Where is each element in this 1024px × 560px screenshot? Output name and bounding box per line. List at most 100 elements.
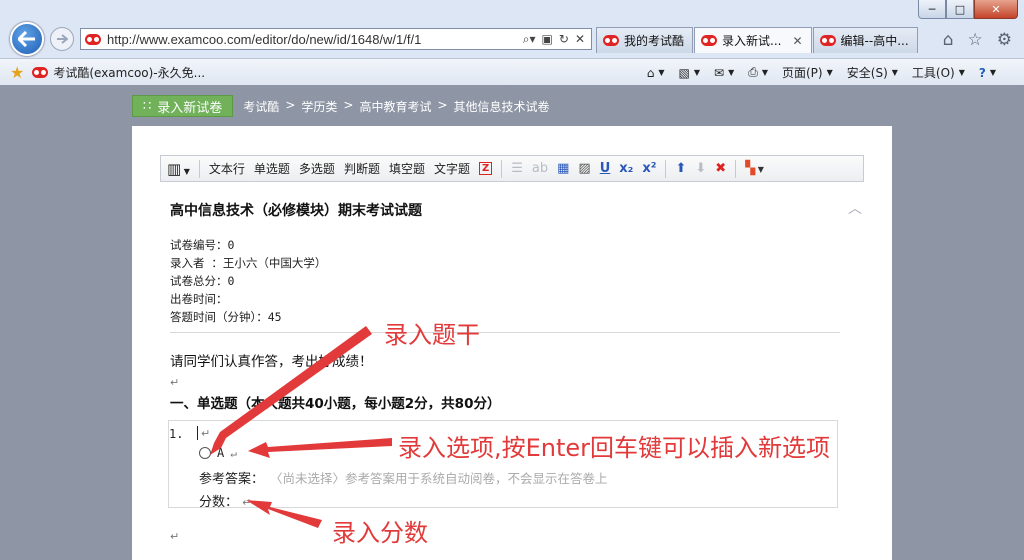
insert-multi-choice-button[interactable]: 多选题: [299, 160, 335, 177]
favorites-star-icon[interactable]: ☆: [968, 30, 983, 50]
insert-text-line-button[interactable]: 文本行: [209, 160, 245, 177]
arrow-left-icon: [18, 31, 35, 47]
address-bar[interactable]: http://www.examcoo.com/editor/do/new/id/…: [80, 28, 592, 50]
new-exam-button[interactable]: ∷ 录入新试卷: [132, 95, 234, 117]
printer-icon: ⎙: [748, 65, 758, 79]
favorite-link[interactable]: 考试酷(examcoo)-永久免...: [32, 64, 205, 81]
move-up-icon[interactable]: ⬆: [675, 161, 686, 176]
back-button[interactable]: [10, 22, 44, 56]
tab-my-examcoo[interactable]: 我的考试酷: [596, 27, 694, 53]
compatibility-icon[interactable]: ▣: [542, 32, 553, 47]
annotation-options: 录入选项,按Enter回车键可以插入新选项: [398, 434, 831, 462]
underline-icon[interactable]: U: [600, 161, 611, 176]
option-input[interactable]: ↵: [230, 447, 237, 460]
question-number: 1.: [169, 427, 184, 441]
annotation-stem: 录入题干: [384, 321, 480, 349]
answer-row: 参考答案： 〈尚未选择〉参考答案用于系统自动阅卷，不会显示在答卷上: [199, 468, 608, 487]
exam-title[interactable]: 高中信息技术（必修模块）期末考试试题: [170, 200, 840, 220]
tab-label: 我的考试酷: [624, 34, 685, 48]
option-radio[interactable]: [199, 447, 211, 459]
address-url[interactable]: http://www.examcoo.com/editor/do/new/id/…: [107, 32, 523, 47]
score-label: 分数：: [199, 495, 239, 510]
editor-toolbar: ▥ ▼ 文本行 单选题 多选题 判断题 填空题 文字题 Z ☰ ab ▦ ▨ U…: [160, 155, 864, 182]
favorite-favicon-icon: [32, 66, 49, 78]
tab-strip: 我的考试酷 录入新试... ✕ 编辑--高中...: [596, 27, 919, 53]
tools-menu[interactable]: 工具(O) ▼: [912, 64, 965, 81]
option-label: A: [217, 446, 225, 460]
meta-line: 答题时间（分钟）：45: [170, 310, 282, 324]
home-icon[interactable]: ⌂: [943, 30, 954, 50]
tab-new-exam[interactable]: 录入新试... ✕: [694, 27, 812, 53]
tab-favicon-icon: [819, 35, 836, 46]
superscript-icon[interactable]: x²: [642, 161, 656, 176]
table-icon[interactable]: ▦: [557, 161, 569, 176]
breadcrumb-item[interactable]: 高中教育考试: [359, 98, 431, 115]
rss-icon: ▧: [678, 65, 690, 80]
home-menu[interactable]: ⌂ ▼: [647, 66, 665, 80]
breadcrumb-item[interactable]: 其他信息技术试卷: [454, 98, 550, 115]
z-icon[interactable]: Z: [478, 162, 493, 175]
tab-label: 编辑--高中...: [840, 34, 909, 48]
text-cursor: [197, 426, 198, 440]
insert-essay-button[interactable]: 文字题: [434, 160, 470, 177]
tab-edit[interactable]: 编辑--高中...: [812, 27, 918, 53]
section-heading[interactable]: 一、单选题（本大题共40小题，每小题2分，共80分）: [170, 392, 500, 412]
add-widget-icon[interactable]: ▚ ▼: [745, 161, 764, 176]
refresh-icon[interactable]: ↻: [559, 32, 569, 47]
scroll-up-icon[interactable]: ︿: [848, 198, 862, 218]
window-controls: ─ □ ✕: [918, 0, 1018, 20]
top-banner: ∷ 录入新试卷 考试酷 > 学历类 > 高中教育考试 > 其他信息技术试卷: [132, 95, 550, 117]
grid-icon: ∷: [143, 98, 152, 114]
tab-close-icon[interactable]: ✕: [792, 34, 802, 48]
meta-line: 录入者 ：王小六（中国大学）: [170, 256, 327, 270]
paragraph-mark: ↵: [170, 376, 180, 389]
insert-single-choice-button[interactable]: 单选题: [254, 160, 290, 177]
meta-line: 试卷总分：0: [170, 274, 235, 288]
move-down-icon[interactable]: ⬇: [695, 161, 706, 176]
insert-true-false-button[interactable]: 判断题: [344, 160, 380, 177]
minimize-button[interactable]: ─: [918, 0, 946, 19]
list-icon[interactable]: ☰: [511, 161, 523, 176]
breadcrumb-item[interactable]: 学历类: [301, 98, 337, 115]
exam-intro[interactable]: 请同学们认真作答，考出好成绩！: [170, 350, 373, 370]
columns-icon[interactable]: ▥ ▼: [167, 160, 190, 178]
search-icon[interactable]: ⌕▾: [523, 32, 536, 47]
delete-icon[interactable]: ✖: [715, 161, 726, 176]
question-stem-input[interactable]: ↵: [201, 427, 210, 440]
close-window-button[interactable]: ✕: [974, 0, 1018, 19]
tab-favicon-icon: [603, 35, 619, 46]
print-menu[interactable]: ⎙ ▼: [748, 65, 768, 80]
exam-meta: 试卷编号：0 录入者 ：王小六（中国大学） 试卷总分：0 出卷时间： 答题时间（…: [170, 236, 326, 326]
help-menu[interactable]: ? ▼: [979, 66, 996, 80]
maximize-button[interactable]: □: [946, 0, 974, 19]
browser-chrome: ─ □ ✕ http://www.examcoo.com/editor/do/n…: [0, 0, 1024, 85]
annotation-score: 录入分数: [332, 519, 428, 547]
page-menu[interactable]: 页面(P) ▼: [782, 64, 833, 81]
meta-line: 试卷编号：0: [170, 238, 235, 252]
help-icon: ?: [978, 65, 986, 80]
mail-menu[interactable]: ✉ ▼: [714, 66, 734, 80]
insert-fill-blank-button[interactable]: 填空题: [389, 160, 425, 177]
score-row: 分数： ↵: [199, 491, 251, 510]
gear-icon[interactable]: ⚙: [997, 30, 1012, 50]
breadcrumb-item[interactable]: 考试酷: [243, 98, 279, 115]
image-icon[interactable]: ▨: [578, 161, 590, 176]
answer-select[interactable]: 〈尚未选择〉参考答案用于系统自动阅卷，不会显示在答卷上: [270, 468, 608, 487]
breadcrumb: 考试酷 > 学历类 > 高中教育考试 > 其他信息技术试卷: [243, 97, 550, 115]
add-favorite-icon[interactable]: ★: [10, 63, 24, 82]
arrow-right-icon: [57, 34, 68, 44]
safety-menu[interactable]: 安全(S) ▼: [847, 64, 898, 81]
score-input[interactable]: ↵: [242, 496, 251, 509]
feeds-menu[interactable]: ▧ ▼: [679, 66, 701, 80]
stop-icon[interactable]: ✕: [575, 32, 585, 47]
exam-document: 高中信息技术（必修模块）期末考试试题 试卷编号：0 录入者 ：王小六（中国大学）…: [168, 200, 840, 543]
home-small-icon: ⌂: [646, 65, 655, 80]
favorite-label: 考试酷(examcoo)-永久免...: [53, 65, 206, 80]
command-bar: ★ 考试酷(examcoo)-永久免... ⌂ ▼ ▧ ▼ ✉ ▼ ⎙ ▼ 页面(P) ▼…: [0, 58, 1024, 85]
text-style-icon[interactable]: ab: [532, 161, 548, 176]
option-row[interactable]: A ↵: [199, 446, 237, 460]
subscript-icon[interactable]: x₂: [619, 161, 633, 176]
tab-label: 录入新试...: [722, 34, 782, 48]
forward-button[interactable]: [50, 27, 74, 51]
meta-line: 出卷时间：: [170, 292, 228, 306]
